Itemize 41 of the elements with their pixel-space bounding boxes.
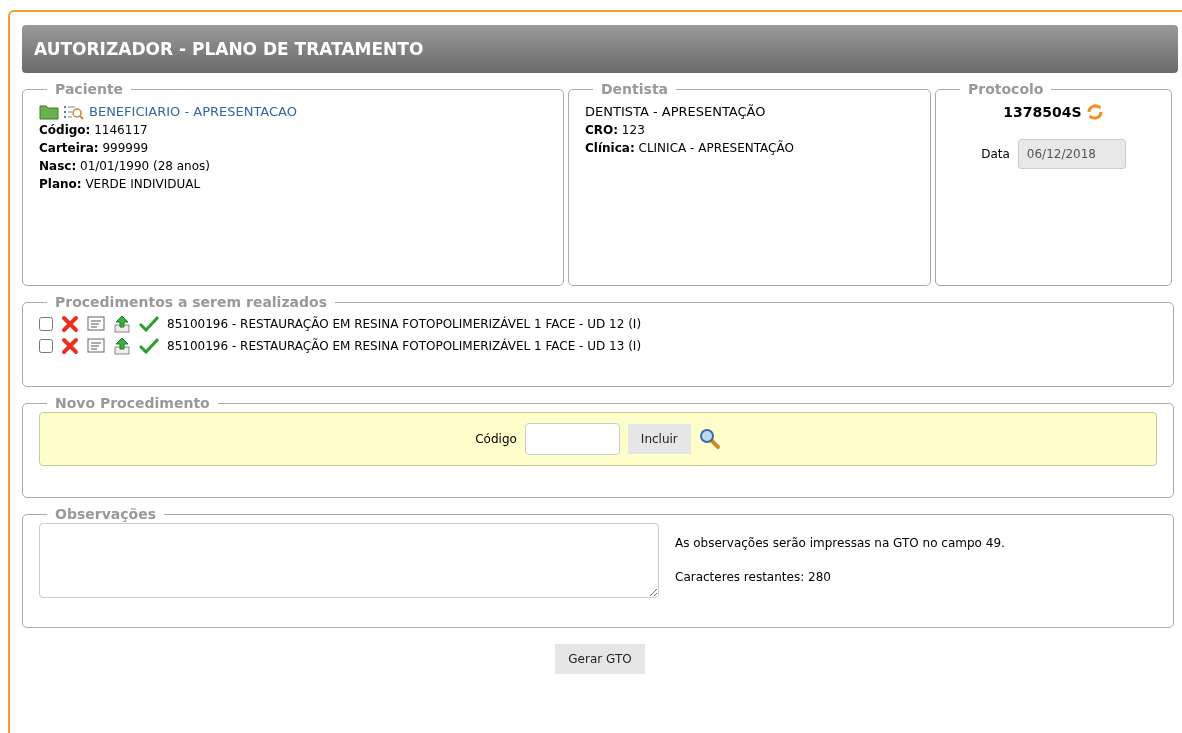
section-legend: Dentista <box>593 81 677 98</box>
info-line: Código: 1146117 <box>39 122 149 140</box>
upload-icon[interactable] <box>113 314 131 333</box>
observations-field[interactable] <box>39 522 659 598</box>
info-line: Clínica: CLINICA - APRESENTAÇÃO <box>585 139 795 158</box>
date-label: Data <box>981 145 1010 163</box>
refresh-icon[interactable] <box>1085 103 1104 122</box>
code-label: Código <box>475 430 517 448</box>
page-title: AUTORIZADOR - PLANO DE TRATAMENTO <box>22 25 1178 73</box>
check-icon <box>139 315 159 332</box>
document-icon[interactable] <box>87 337 105 354</box>
date-field: 06/12/2018 <box>1017 138 1126 169</box>
folder-icon[interactable] <box>39 103 59 120</box>
patient-link[interactable]: BENEFICIARIO - APRESENTACAO <box>89 101 297 122</box>
section-legend: Protocolo <box>960 81 1052 98</box>
procedure-text: 85100196 - RESTAURAÇÃO EM RESINA FOTOPOLIMERIZÁVEL 1 FACE - UD 12 (I) <box>167 315 642 333</box>
list-search-icon[interactable] <box>63 103 85 120</box>
protocol-number: 1378504S <box>1003 102 1082 122</box>
delete-icon[interactable] <box>61 336 79 355</box>
dentist-name: DENTISTA - APRESENTAÇÃO <box>585 102 767 121</box>
info-line: Plano: VERDE INDIVIDUAL <box>39 176 202 194</box>
include-button[interactable]: Incluir <box>627 423 691 454</box>
section-legend: Novo Procedimento <box>47 395 218 412</box>
delete-icon[interactable] <box>61 314 79 333</box>
search-icon[interactable] <box>698 427 721 450</box>
upload-icon[interactable] <box>113 336 131 355</box>
remaining-characters: Caracteres restantes: 280 <box>675 569 832 587</box>
row-checkbox[interactable] <box>39 338 53 353</box>
section-legend: Paciente <box>47 81 132 98</box>
section-legend: Procedimentos a serem realizados <box>47 294 335 311</box>
info-line: Carteira: 999999 <box>39 140 150 158</box>
document-icon[interactable] <box>87 315 105 332</box>
observations-note: As observações serão impressas na GTO no campo 49. <box>675 535 1005 553</box>
procedure-text: 85100196 - RESTAURAÇÃO EM RESINA FOTOPOLIMERIZÁVEL 1 FACE - UD 13 (I) <box>167 337 642 355</box>
info-line: CRO: 123 <box>585 122 646 140</box>
section-legend: Observações <box>47 506 164 523</box>
check-icon <box>139 337 159 354</box>
code-field[interactable] <box>524 422 620 455</box>
info-line: Nasc: 01/01/1990 (28 anos) <box>39 158 211 176</box>
row-checkbox[interactable] <box>39 316 53 331</box>
generate-button[interactable]: Gerar GTO <box>555 644 645 674</box>
